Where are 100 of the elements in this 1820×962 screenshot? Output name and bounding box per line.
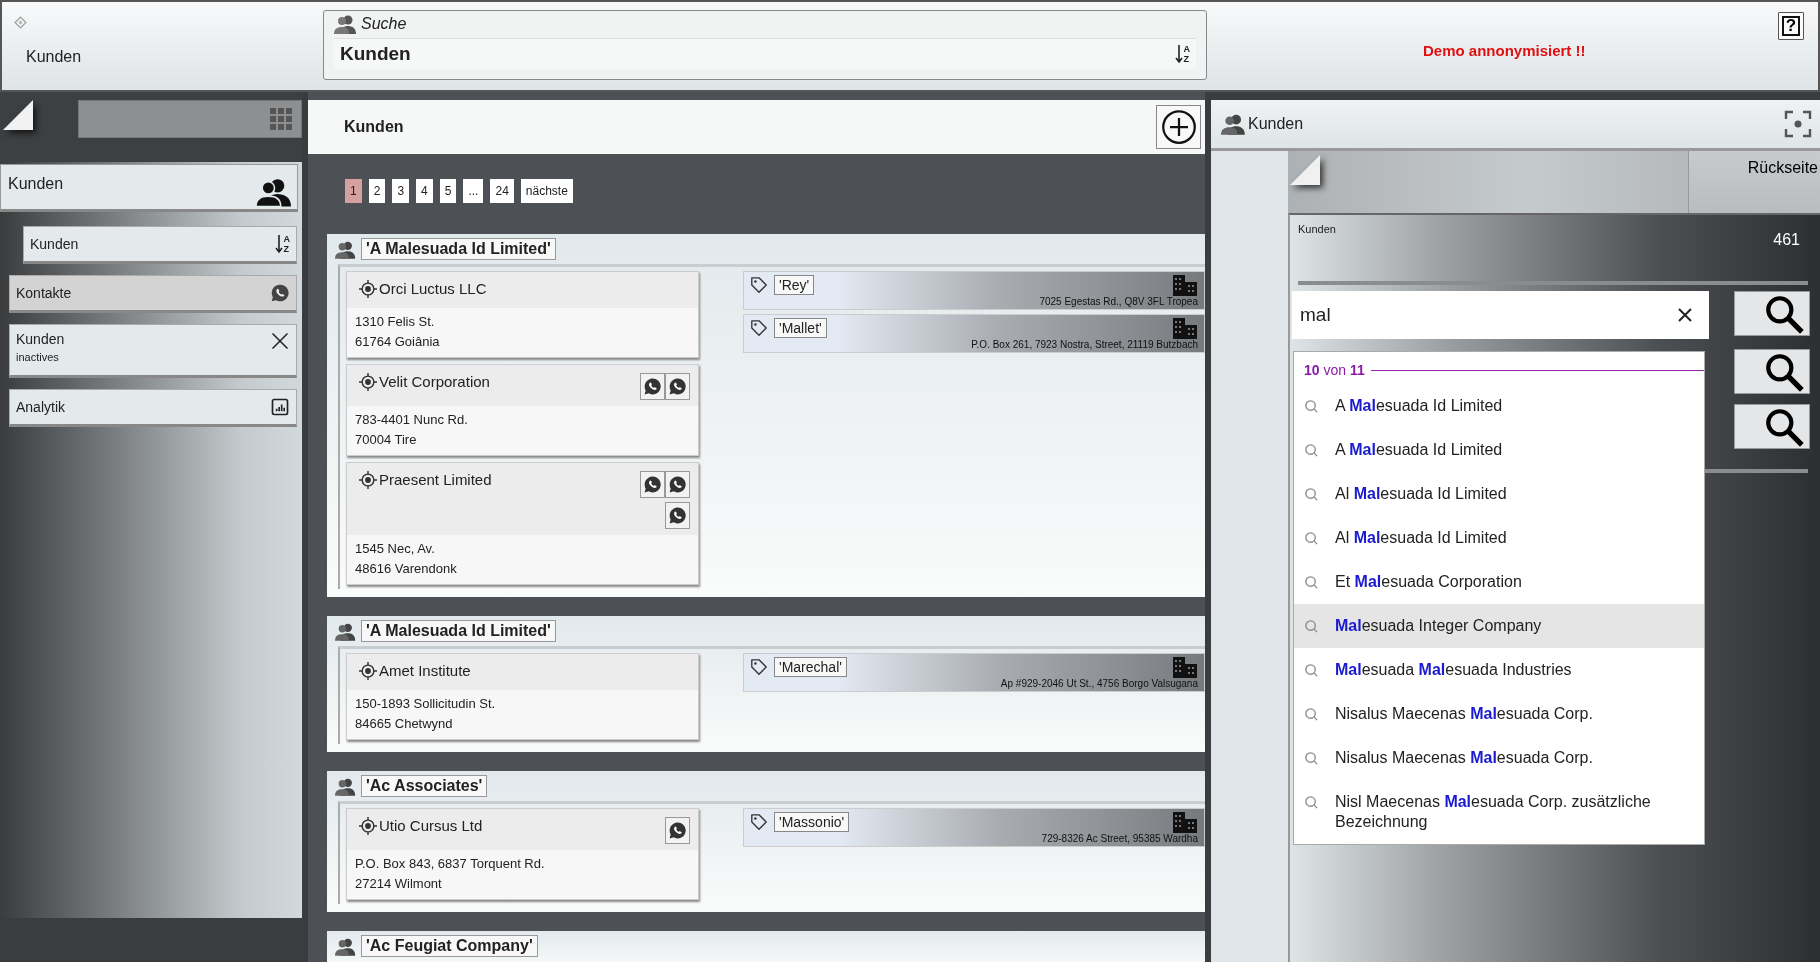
page-button[interactable]: 3: [392, 179, 410, 203]
search-icon: [1304, 751, 1319, 766]
location-target-icon: [359, 280, 377, 298]
suggestion-item[interactable]: Nisalus Maecenas Malesuada Corp.: [1294, 736, 1704, 780]
page-button[interactable]: 1: [345, 179, 362, 203]
page-button[interactable]: 4: [416, 179, 433, 203]
suggestion-item[interactable]: A Malesuada Id Limited: [1294, 428, 1704, 472]
search-icon: [1304, 707, 1319, 722]
sidebar-item[interactable]: Kunden A Z: [23, 226, 297, 264]
contact-card[interactable]: Amet Institute 150-1893 Sollicitudin St. 84665 Chetwynd: [346, 653, 699, 740]
tag-icon: [750, 813, 768, 831]
tag-address: P.O. Box 261, 7923 Nostra, Street, 21119 Butzbach: [971, 339, 1198, 350]
focus-icon[interactable]: [1784, 110, 1812, 138]
suggestion-item[interactable]: Nisl Maecenas Malesuada Corp. zusätzliche Bezeichnung: [1294, 780, 1704, 844]
location-target-icon: [359, 662, 377, 680]
contact-card[interactable]: Praesent Limited 1545 Nec, Av. 48616 Varendonk: [346, 462, 699, 585]
building-icon: [1172, 811, 1198, 833]
address-tag-row[interactable]: 'Rey' 7025 Egestas Rd., Q8V 3FL Tropea: [743, 271, 1205, 310]
contact-name: Velit Corporation: [379, 373, 491, 390]
contact-name: Amet Institute: [379, 662, 472, 679]
suggestion-item[interactable]: Nisalus Maecenas Malesuada Corp.: [1294, 692, 1704, 736]
address-line: 27214 Wilmont: [355, 876, 442, 891]
tag-label: 'Mallet': [774, 318, 827, 338]
page-corner-icon[interactable]: [3, 100, 33, 130]
building-icon: [1172, 274, 1198, 296]
sidebar-item[interactable]: Kunden inactives: [9, 324, 297, 378]
page-button[interactable]: nächste: [520, 179, 573, 203]
whatsapp-button[interactable]: [665, 471, 690, 498]
tag-label: 'Massonio': [774, 812, 850, 832]
suggestion-item[interactable]: A Malesuada Id Limited: [1294, 384, 1704, 428]
record-count: 461: [1773, 231, 1800, 249]
search-icon: [1304, 399, 1319, 414]
page-button[interactable]: 5: [439, 179, 457, 203]
address-tag-row[interactable]: 'Mallet' P.O. Box 261, 7923 Nostra, Street, 21119 Butzbach: [743, 314, 1205, 353]
whatsapp-icon: [270, 283, 290, 303]
demo-notice: Demo annonymisiert !!: [1423, 42, 1586, 59]
search-button[interactable]: [1734, 404, 1810, 449]
page-button[interactable]: 24: [490, 179, 514, 203]
close-icon: [270, 331, 290, 351]
address-line: 1310 Felis St.: [355, 314, 435, 329]
contact-name: Praesent Limited: [379, 471, 493, 488]
address-line: 783-4401 Nunc Rd.: [355, 412, 468, 427]
customer-name[interactable]: 'Ac Associates': [361, 775, 488, 797]
search-button[interactable]: [1734, 349, 1810, 394]
back-side-tab[interactable]: Rückseite: [1688, 151, 1820, 213]
help-button[interactable]: ?: [1778, 12, 1804, 40]
search-icon: [1304, 575, 1319, 590]
diamond-icon: [14, 16, 27, 29]
whatsapp-button[interactable]: [665, 502, 690, 529]
whatsapp-button[interactable]: [665, 817, 690, 844]
sidebar-item[interactable]: Analytik: [9, 389, 297, 427]
page-button[interactable]: ...: [463, 179, 484, 203]
users-icon: [1221, 113, 1247, 135]
bar-chart-icon: [270, 397, 290, 417]
suggestion-item[interactable]: Al Malesuada Id Limited: [1294, 472, 1704, 516]
address-line: 84665 Chetwynd: [355, 716, 453, 731]
suggestion-item[interactable]: Et Malesuada Corporation: [1294, 560, 1704, 604]
users-icon: [335, 621, 357, 641]
app-title: Kunden: [26, 48, 82, 66]
address-tag-row[interactable]: 'Massonio' 729-8326 Ac Street, 95385 Wardha: [743, 808, 1205, 847]
customer-name[interactable]: 'Ac Feugiat Company': [361, 935, 538, 957]
whatsapp-button[interactable]: [640, 471, 665, 498]
address-line: 150-1893 Sollicitudin St.: [355, 696, 496, 711]
suggestion-item[interactable]: Malesuada Malesuada Industries: [1294, 648, 1704, 692]
suggestion-item[interactable]: Al Malesuada Id Limited: [1294, 516, 1704, 560]
search-icon: [1304, 663, 1319, 678]
customer-name[interactable]: 'A Malesuada Id Limited': [361, 620, 556, 642]
tag-label: 'Marechal': [774, 657, 847, 677]
contact-card[interactable]: Velit Corporation 783-4401 Nunc Rd. 70004 Tire: [346, 364, 699, 456]
close-icon[interactable]: [1677, 307, 1693, 323]
page-button[interactable]: 2: [368, 179, 386, 203]
tag-icon: [750, 658, 768, 676]
whatsapp-button[interactable]: [665, 373, 690, 400]
list-title: Kunden: [344, 118, 404, 136]
search-input[interactable]: mal: [1292, 291, 1709, 339]
sidebar-item[interactable]: Kontakte: [9, 275, 297, 313]
search-icon: [1304, 795, 1319, 810]
contact-card[interactable]: Utio Cursus Ltd P.O. Box 843, 6837 Torquent Rd. 27214 Wilmont: [346, 808, 699, 900]
customer-name[interactable]: 'A Malesuada Id Limited': [361, 238, 556, 260]
tag-address: 7025 Egestas Rd., Q8V 3FL Tropea: [1039, 296, 1198, 307]
contact-name: Orci Luctus LLC: [379, 280, 488, 297]
search-button[interactable]: [1734, 291, 1810, 336]
search-label: Suche: [361, 15, 407, 33]
users-icon: [256, 177, 291, 207]
search-icon: [1304, 487, 1319, 502]
search-field[interactable]: Suche Kunden A Z: [323, 10, 1207, 80]
sidebar-header[interactable]: Kunden: [0, 164, 298, 212]
address-line: 61764 Goiânia: [355, 334, 440, 349]
contact-card[interactable]: Orci Luctus LLC 1310 Felis St. 61764 Goiânia: [346, 271, 699, 358]
address-line: 70004 Tire: [355, 432, 417, 447]
tag-address: 729-8326 Ac Street, 95385 Wardha: [1041, 833, 1198, 844]
search-icon: [1304, 443, 1319, 458]
building-icon: [1172, 317, 1198, 339]
search-icon: [1304, 619, 1319, 634]
add-button[interactable]: [1156, 105, 1201, 149]
whatsapp-button[interactable]: [640, 373, 665, 400]
users-icon: [334, 14, 358, 34]
address-tag-row[interactable]: 'Marechal' Ap #929-2046 Ut St., 4756 Borgo Valsugana: [743, 653, 1205, 692]
suggestion-item[interactable]: Malesuada Integer Company: [1294, 604, 1704, 648]
result-count: 10 von 11: [1304, 362, 1365, 378]
